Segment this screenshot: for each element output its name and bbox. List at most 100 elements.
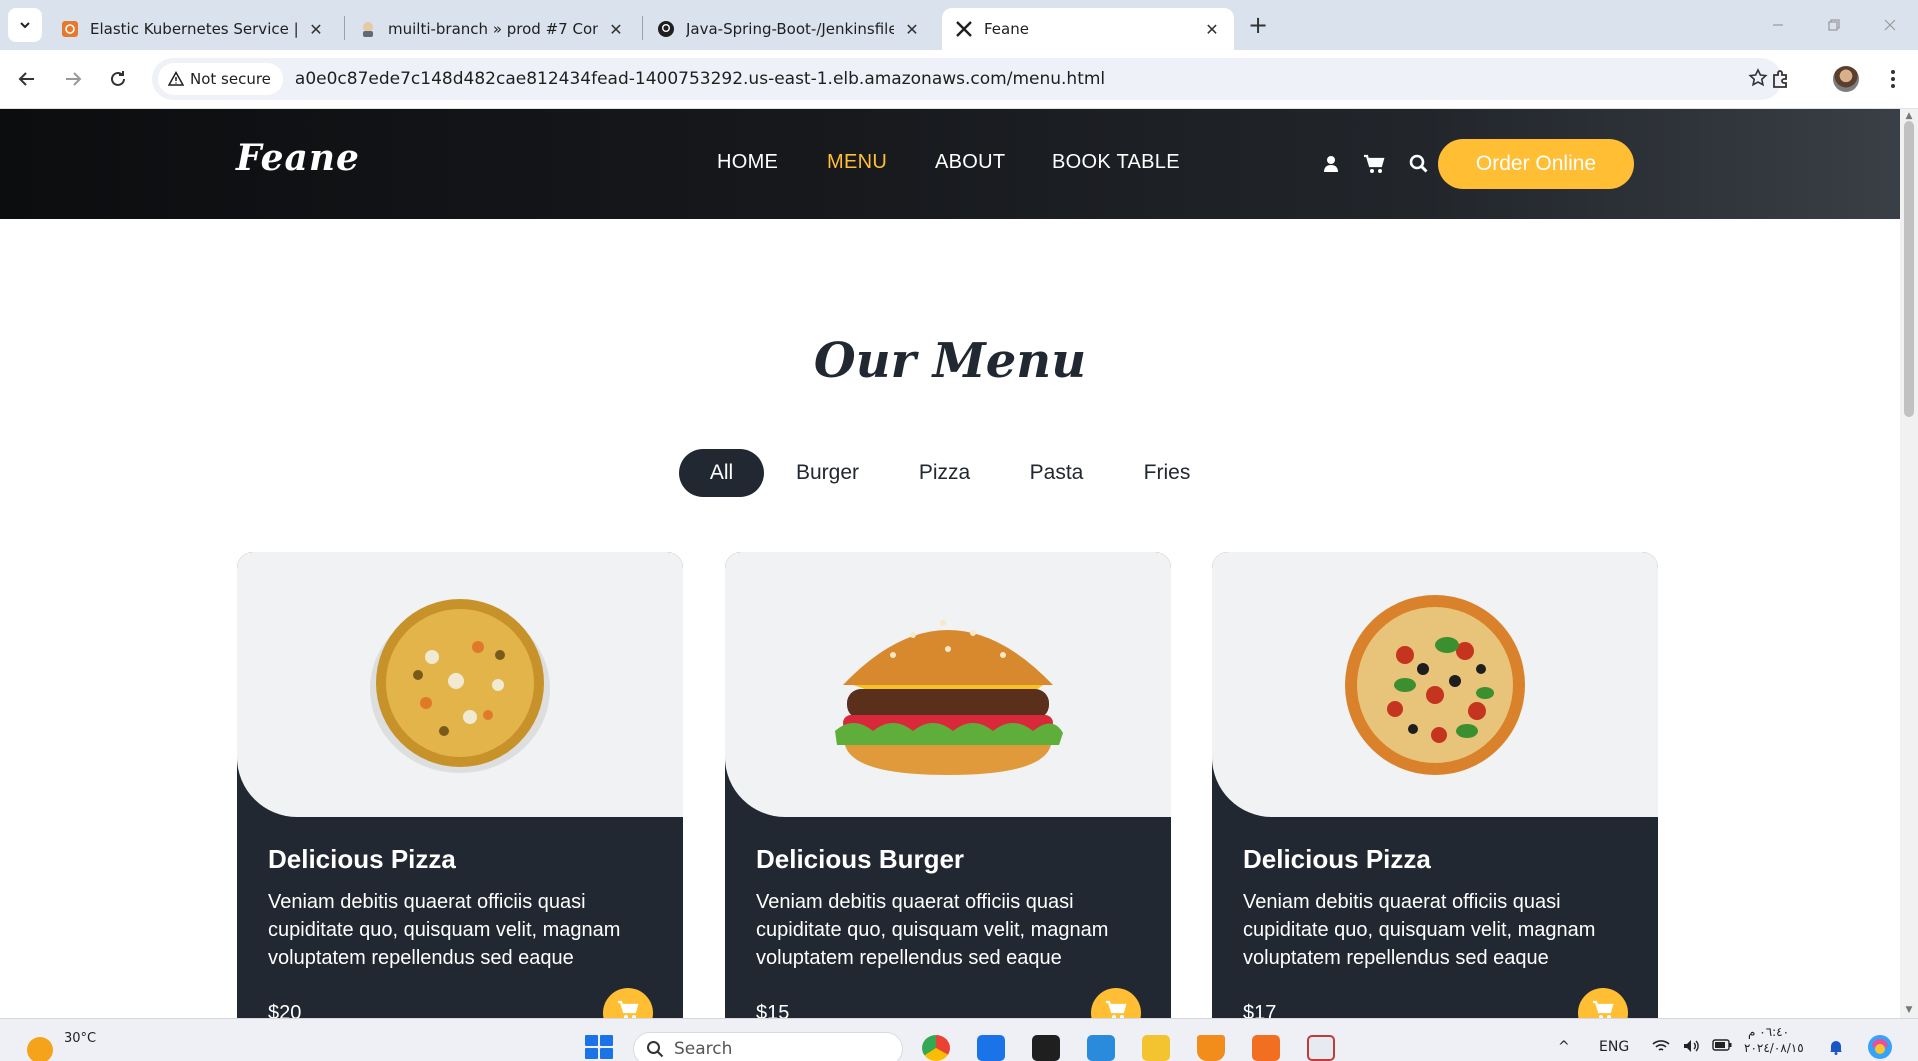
url-text[interactable]: a0e0c87ede7c148d482cae812434fead-1400753… [295, 69, 1105, 89]
search-icon [646, 1040, 664, 1058]
tab-github[interactable]: Java-Spring-Boot-/Jenkinsfile at ✕ [644, 8, 934, 50]
filter-fries[interactable]: Fries [1125, 449, 1209, 497]
browser-menu-button[interactable] [1878, 64, 1908, 94]
scrollbar-thumb[interactable] [1904, 121, 1914, 417]
address-bar[interactable]: Not secure a0e0c87ede7c148d482cae812434f… [152, 58, 1782, 100]
tab-eks[interactable]: Elastic Kubernetes Service | us-e ✕ [48, 8, 338, 50]
sublime-app-icon[interactable] [1252, 1035, 1280, 1061]
task-view-app-icon[interactable] [977, 1035, 1005, 1061]
back-button[interactable] [12, 64, 42, 94]
weather-temperature[interactable]: 30°C [64, 1031, 96, 1046]
close-icon[interactable]: ✕ [902, 19, 922, 39]
filter-pasta[interactable]: Pasta [1013, 449, 1100, 497]
menu-section-title: Our Menu [813, 333, 1087, 389]
menu-item-description: Veniam debitis quaerat officiis quasi cu… [268, 891, 621, 969]
order-online-button[interactable]: Order Online [1438, 139, 1634, 189]
menu-item-card: Delicious Burger Veniam debitis quaerat … [725, 552, 1171, 1018]
chrome-app-icon[interactable] [922, 1035, 950, 1061]
close-icon[interactable]: ✕ [306, 19, 326, 39]
language-indicator[interactable]: ENG [1599, 1039, 1629, 1055]
search-icon[interactable] [1406, 151, 1432, 177]
arrow-left-icon [18, 72, 34, 86]
feane-icon [954, 19, 974, 39]
site-security-chip[interactable]: Not secure [158, 63, 283, 95]
page-scrollbar[interactable]: ▲ ▼ [1900, 109, 1918, 1018]
cart-icon [1106, 1000, 1127, 1018]
menu-item-description: Veniam debitis quaerat officiis quasi cu… [756, 891, 1109, 969]
menu-item-description: Veniam debitis quaerat officiis quasi cu… [1243, 891, 1596, 969]
reload-icon [111, 71, 125, 86]
more-vertical-icon [1891, 70, 1895, 88]
close-window-button[interactable] [1870, 10, 1910, 40]
menu-item-price: $20 [268, 1002, 302, 1018]
weather-sun-icon[interactable] [27, 1037, 53, 1061]
tab-search-button[interactable] [8, 8, 42, 42]
filter-burger[interactable]: Burger [785, 449, 870, 497]
tab-feane[interactable]: Feane ✕ [942, 8, 1234, 50]
menu-item-name: Delicious Pizza [268, 844, 456, 874]
close-icon [1884, 19, 1896, 31]
vscode-app-icon[interactable] [1087, 1035, 1115, 1061]
nav-menu[interactable]: MENU [827, 151, 887, 174]
battery-icon[interactable] [1712, 1039, 1732, 1055]
vlc-app-icon[interactable] [1197, 1035, 1225, 1061]
tab-jenkins[interactable]: muilti-branch » prod #7 Consol ✕ [346, 8, 638, 50]
browser-toolbar: Not secure a0e0c87ede7c148d482cae812434f… [0, 50, 1918, 109]
menu-item-name: Delicious Pizza [1243, 844, 1431, 874]
puzzle-icon [1773, 70, 1787, 88]
tray-overflow-icon[interactable]: ^ [1558, 1039, 1570, 1055]
add-to-cart-button[interactable] [603, 988, 653, 1018]
cart-icon[interactable] [1361, 151, 1387, 177]
nav-about[interactable]: ABOUT [935, 151, 1005, 174]
forward-button[interactable] [58, 64, 88, 94]
extensions-button[interactable] [1766, 64, 1796, 94]
github-icon [656, 19, 676, 39]
notification-bell-icon[interactable] [1828, 1039, 1844, 1059]
menu-item-price: $17 [1243, 1002, 1277, 1018]
tab-title: Java-Spring-Boot-/Jenkinsfile at [686, 20, 894, 38]
start-button[interactable] [585, 1035, 613, 1059]
nav-book-table[interactable]: BOOK TABLE [1052, 151, 1180, 174]
menu-item-price: $15 [756, 1002, 790, 1018]
brand-logo[interactable]: Feane [236, 137, 360, 179]
windows-logo-tile [585, 1035, 598, 1046]
restore-icon [1828, 19, 1840, 31]
add-to-cart-button[interactable] [1091, 988, 1141, 1018]
snipping-tool-app-icon[interactable] [1307, 1035, 1335, 1061]
close-icon[interactable]: ✕ [606, 19, 626, 39]
volume-icon[interactable] [1683, 1039, 1701, 1057]
reload-button[interactable] [103, 64, 133, 94]
clock-date[interactable]: ٢٠٢٤/٠٨/١٥ [1744, 1041, 1804, 1055]
pizza-image [1212, 552, 1658, 817]
tab-divider [344, 16, 345, 40]
burger-image [725, 552, 1171, 817]
new-tab-button[interactable]: + [1244, 11, 1272, 39]
file-explorer-app-icon[interactable] [1142, 1035, 1170, 1061]
filter-pizza[interactable]: Pizza [902, 449, 987, 497]
tab-title: muilti-branch » prod #7 Consol [388, 20, 598, 38]
filter-all[interactable]: All [679, 449, 764, 497]
close-icon[interactable]: ✕ [1202, 19, 1222, 39]
clock-time[interactable]: ٠٦:٤٠ م [1748, 1025, 1789, 1039]
nav-home[interactable]: HOME [717, 151, 778, 174]
copilot-icon[interactable] [1866, 1033, 1894, 1061]
sticky-notes-app-icon[interactable] [1032, 1035, 1060, 1061]
cart-icon [1593, 1000, 1614, 1018]
tab-title: Elastic Kubernetes Service | us-e [90, 20, 298, 38]
profile-button[interactable] [1831, 64, 1861, 94]
avatar [1833, 66, 1859, 92]
user-icon[interactable] [1318, 151, 1344, 177]
tab-title: Feane [984, 20, 1029, 38]
taskbar-search-placeholder: Search [674, 1039, 733, 1059]
add-to-cart-button[interactable] [1578, 988, 1628, 1018]
bookmark-star-icon[interactable] [1748, 68, 1768, 92]
scroll-up-arrow-icon[interactable]: ▲ [1904, 111, 1914, 121]
restore-button[interactable] [1814, 10, 1854, 40]
minimize-button[interactable] [1758, 10, 1798, 40]
tab-divider [642, 16, 643, 40]
page-viewport: Feane HOME MENU ABOUT BOOK TABLE Order O… [0, 109, 1900, 1018]
tab-strip: Elastic Kubernetes Service | us-e ✕ muil… [0, 0, 1918, 50]
scroll-down-arrow-icon[interactable]: ▼ [1904, 1005, 1914, 1015]
taskbar-search[interactable]: Search [633, 1032, 903, 1061]
wifi-icon[interactable] [1652, 1039, 1670, 1057]
